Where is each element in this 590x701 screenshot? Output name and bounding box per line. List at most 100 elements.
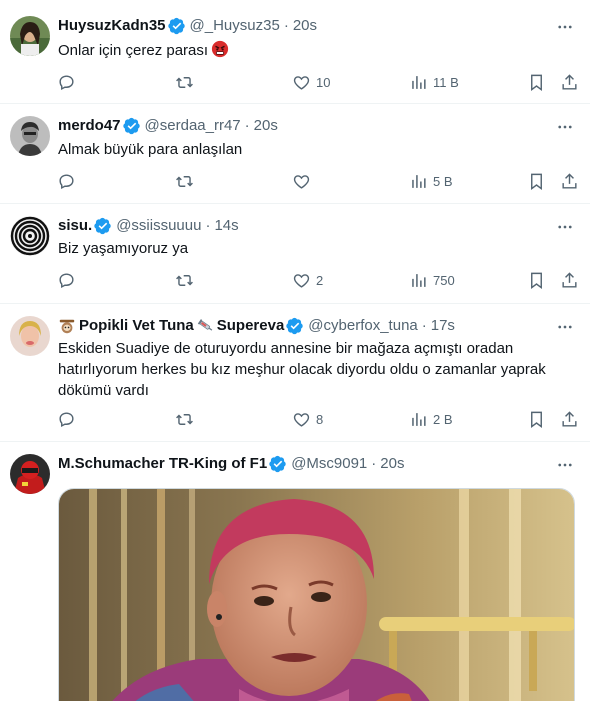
sloth-emoji — [58, 317, 76, 335]
views-icon — [400, 163, 436, 199]
display-name[interactable]: merdo47 — [58, 116, 121, 136]
display-name[interactable]: HuysuzKadn35 — [58, 16, 166, 36]
angry-face-emoji — [211, 40, 229, 58]
repost-button[interactable] — [166, 163, 199, 199]
like-icon — [283, 64, 319, 100]
bookmark-button[interactable] — [518, 163, 554, 199]
views-count: 5 B — [433, 173, 453, 189]
like-count: 10 — [316, 74, 331, 90]
user-handle[interactable]: @Msc9091 — [291, 454, 367, 474]
views-button[interactable]: 2 B — [400, 401, 453, 437]
repost-button[interactable] — [166, 401, 199, 437]
timestamp[interactable]: 20s — [293, 16, 317, 36]
share-button[interactable] — [551, 262, 587, 298]
tweet-header: M.Schumacher TR-King of F1 @Msc9091 · 20… — [58, 454, 404, 474]
user-handle[interactable]: @_Huysuz35 — [190, 16, 280, 36]
avatar[interactable] — [10, 216, 50, 256]
user-handle[interactable]: @ssiissuuuu — [116, 216, 201, 236]
display-name[interactable]: Popikli Vet Tuna — [79, 316, 194, 336]
like-count: 8 — [316, 411, 324, 427]
display-name[interactable]: sisu. — [58, 216, 92, 236]
reply-icon — [48, 262, 84, 298]
user-handle[interactable]: @cyberfox_tuna — [308, 316, 417, 336]
tweet[interactable]: sisu. @ssiissuuuu · 14s Biz yaşamıyoruz … — [0, 204, 590, 304]
tweet-text: Biz yaşamıyoruz ya — [58, 238, 568, 259]
avatar[interactable] — [10, 454, 50, 494]
bookmark-button[interactable] — [518, 401, 554, 437]
repost-icon — [166, 401, 202, 437]
syringe-emoji — [197, 317, 215, 335]
verified-badge-icon — [94, 217, 112, 235]
bookmark-button[interactable] — [518, 64, 554, 100]
display-name[interactable]: M.Schumacher TR-King of F1 — [58, 454, 267, 474]
tweet[interactable]: merdo47 @serdaa_rr47 · 20s Almak büyük p… — [0, 104, 590, 204]
separator-dot: · — [205, 217, 211, 234]
tweet-text: Eskiden Suadiye de oturuyordu annesine b… — [58, 338, 563, 401]
share-button[interactable] — [551, 163, 587, 199]
repost-button[interactable] — [166, 262, 199, 298]
more-icon[interactable] — [556, 318, 574, 336]
tweet-text: Onlar için çerez parası — [58, 40, 568, 61]
tweet[interactable]: Popikli Vet Tuna Supereva @cyberfox_tuna… — [0, 304, 590, 442]
display-name-suffix[interactable]: Supereva — [217, 316, 285, 336]
share-icon — [551, 401, 587, 437]
more-icon[interactable] — [556, 18, 574, 36]
reply-button[interactable] — [48, 401, 81, 437]
repost-icon — [166, 64, 202, 100]
tweet-actions: 2 750 — [48, 262, 588, 298]
repost-icon — [166, 262, 202, 298]
views-button[interactable]: 5 B — [400, 163, 453, 199]
like-icon — [283, 163, 319, 199]
more-icon[interactable] — [556, 218, 574, 236]
timestamp[interactable]: 20s — [380, 454, 404, 474]
views-icon — [400, 401, 436, 437]
tweet-text-content: Eskiden Suadiye de oturuyordu annesine b… — [58, 340, 546, 399]
repost-icon — [166, 163, 202, 199]
tweet[interactable]: HuysuzKadn35 @_Huysuz35 · 20s Onlar için… — [0, 0, 590, 104]
separator-dot: · — [283, 17, 289, 34]
reply-icon — [48, 64, 84, 100]
views-button[interactable]: 750 — [400, 262, 455, 298]
share-button[interactable] — [551, 64, 587, 100]
more-icon[interactable] — [556, 118, 574, 136]
share-button[interactable] — [551, 401, 587, 437]
like-count: 2 — [316, 272, 324, 288]
like-button[interactable] — [283, 163, 316, 199]
timestamp[interactable]: 17s — [431, 316, 455, 336]
bookmark-button[interactable] — [518, 262, 554, 298]
views-icon — [400, 262, 436, 298]
tweet-media-image[interactable] — [58, 488, 575, 701]
tweet-header: sisu. @ssiissuuuu · 14s — [58, 216, 239, 236]
like-button[interactable]: 10 — [283, 64, 330, 100]
timestamp[interactable]: 14s — [214, 216, 238, 236]
views-button[interactable]: 11 B — [400, 64, 459, 100]
share-icon — [551, 163, 587, 199]
bookmark-icon — [518, 64, 554, 100]
bookmark-icon — [518, 262, 554, 298]
tweet-header: HuysuzKadn35 @_Huysuz35 · 20s — [58, 16, 317, 36]
views-icon — [400, 64, 436, 100]
avatar[interactable] — [10, 316, 50, 356]
views-count: 750 — [433, 272, 455, 288]
reply-icon — [48, 401, 84, 437]
avatar[interactable] — [10, 16, 50, 56]
more-icon[interactable] — [556, 456, 574, 474]
avatar[interactable] — [10, 116, 50, 156]
like-button[interactable]: 8 — [283, 401, 323, 437]
tweet-text-content: Almak büyük para anlaşılan — [58, 141, 243, 158]
reply-button[interactable] — [48, 163, 81, 199]
timestamp[interactable]: 20s — [254, 116, 278, 136]
verified-badge-icon — [122, 117, 141, 135]
reply-button[interactable] — [48, 64, 81, 100]
verified-badge-icon — [269, 455, 287, 473]
verified-badge-icon — [286, 317, 304, 335]
repost-button[interactable] — [166, 64, 199, 100]
like-button[interactable]: 2 — [283, 262, 323, 298]
tweet-actions: 8 2 B — [48, 401, 588, 437]
tweet-text-content: Onlar için çerez parası — [58, 42, 209, 59]
views-count: 11 B — [433, 74, 459, 90]
reply-button[interactable] — [48, 262, 81, 298]
tweet-text-content: Biz yaşamıyoruz ya — [58, 240, 189, 257]
separator-dot: · — [371, 455, 377, 472]
user-handle[interactable]: @serdaa_rr47 — [145, 116, 241, 136]
